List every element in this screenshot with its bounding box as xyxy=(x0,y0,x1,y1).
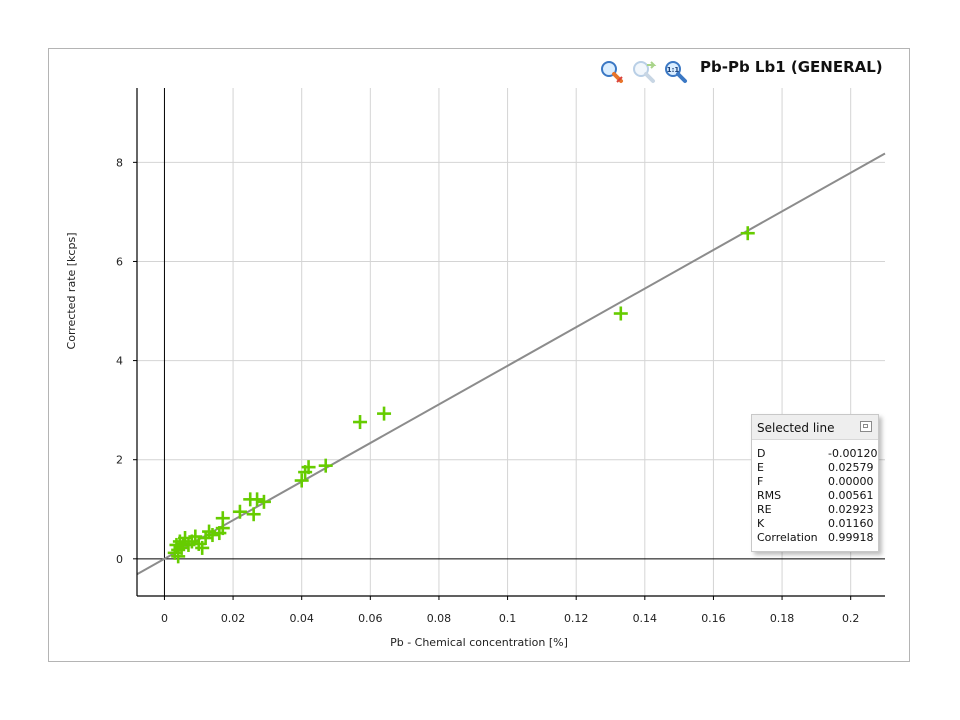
selected-line-header[interactable]: Selected line xyxy=(752,415,878,440)
stat-row-e: E 0.02579 xyxy=(757,461,878,475)
stat-key: D xyxy=(757,447,766,460)
y-axis-label: Corrected rate [kcps] xyxy=(65,233,78,350)
x-tick-label: 0 xyxy=(161,612,168,625)
y-tick-label: 8 xyxy=(116,156,123,169)
zoom-reset-label: 1:1 xyxy=(667,66,680,74)
restore-icon[interactable] xyxy=(860,421,872,432)
y-tick-label: 2 xyxy=(116,454,123,467)
y-tick-label: 0 xyxy=(116,553,123,566)
stat-key: Correlation xyxy=(757,531,818,544)
stat-row-correlation: Correlation 0.99918 xyxy=(757,531,878,545)
selected-line-panel[interactable]: Selected line D -0.00120 E 0.02579 F 0.0… xyxy=(751,414,879,552)
stat-value: 0.00000 xyxy=(828,475,874,488)
data-point xyxy=(377,406,392,421)
x-tick-label: 0.14 xyxy=(633,612,658,625)
selected-line-title: Selected line xyxy=(757,421,835,435)
chart-toolbar: 1:1 xyxy=(598,58,688,86)
stat-row-rms: RMS 0.00561 xyxy=(757,489,878,503)
scatter-plot[interactable]: 0 0.02 0.04 0.06 0.08 0.1 0.12 0.14 0.16 0.18 0.2 … xyxy=(0,0,960,720)
chart-title: Pb-Pb Lb1 (GENERAL) xyxy=(700,58,883,76)
stat-key: F xyxy=(757,475,764,488)
x-tick-label: 0.16 xyxy=(701,612,726,625)
zoom-in-button[interactable] xyxy=(598,58,626,86)
stat-value: 0.02923 xyxy=(828,503,874,516)
x-tick-label: 0.18 xyxy=(770,612,795,625)
x-tick-label: 0.02 xyxy=(221,612,246,625)
stat-row-re: RE 0.02923 xyxy=(757,503,878,517)
stat-row-k: K 0.01160 xyxy=(757,517,878,531)
data-point xyxy=(232,504,247,519)
zoom-in-icon xyxy=(601,61,623,83)
stat-value: 0.01160 xyxy=(828,517,874,530)
x-tick-label: 0.2 xyxy=(842,612,860,625)
zoom-reset-button[interactable]: 1:1 xyxy=(662,58,690,86)
stat-key: K xyxy=(757,517,765,530)
y-axis-ticks: 0 2 4 6 8 xyxy=(116,156,137,566)
x-tick-label: 0.04 xyxy=(289,612,314,625)
x-tick-label: 0.1 xyxy=(499,612,517,625)
zoom-undo-icon xyxy=(633,61,657,83)
selected-line-stats: D -0.00120 E 0.02579 F 0.00000 RMS 0.005… xyxy=(752,440,878,545)
x-tick-label: 0.12 xyxy=(564,612,589,625)
x-tick-label: 0.08 xyxy=(427,612,452,625)
x-axis-label: Pb - Chemical concentration [%] xyxy=(390,636,568,649)
zoom-reset-icon: 1:1 xyxy=(665,61,687,83)
stat-row-f: F 0.00000 xyxy=(757,475,878,489)
stat-value: 0.02579 xyxy=(828,461,874,474)
y-tick-label: 6 xyxy=(116,255,123,268)
stat-key: E xyxy=(757,461,764,474)
stat-value: -0.00120 xyxy=(828,447,878,460)
x-tick-label: 0.06 xyxy=(358,612,383,625)
data-point xyxy=(246,507,261,522)
stat-key: RE xyxy=(757,503,772,516)
stat-row-d: D -0.00120 xyxy=(757,447,878,461)
stat-value: 0.00561 xyxy=(828,489,874,502)
data-point xyxy=(353,415,368,430)
x-axis-ticks: 0 0.02 0.04 0.06 0.08 0.1 0.12 0.14 0.16 0.18 0.2 xyxy=(161,596,859,625)
zoom-undo-button[interactable] xyxy=(630,58,658,86)
stat-value: 0.99918 xyxy=(828,531,874,544)
stat-key: RMS xyxy=(757,489,782,502)
data-point xyxy=(613,306,628,321)
y-tick-label: 4 xyxy=(116,355,123,368)
